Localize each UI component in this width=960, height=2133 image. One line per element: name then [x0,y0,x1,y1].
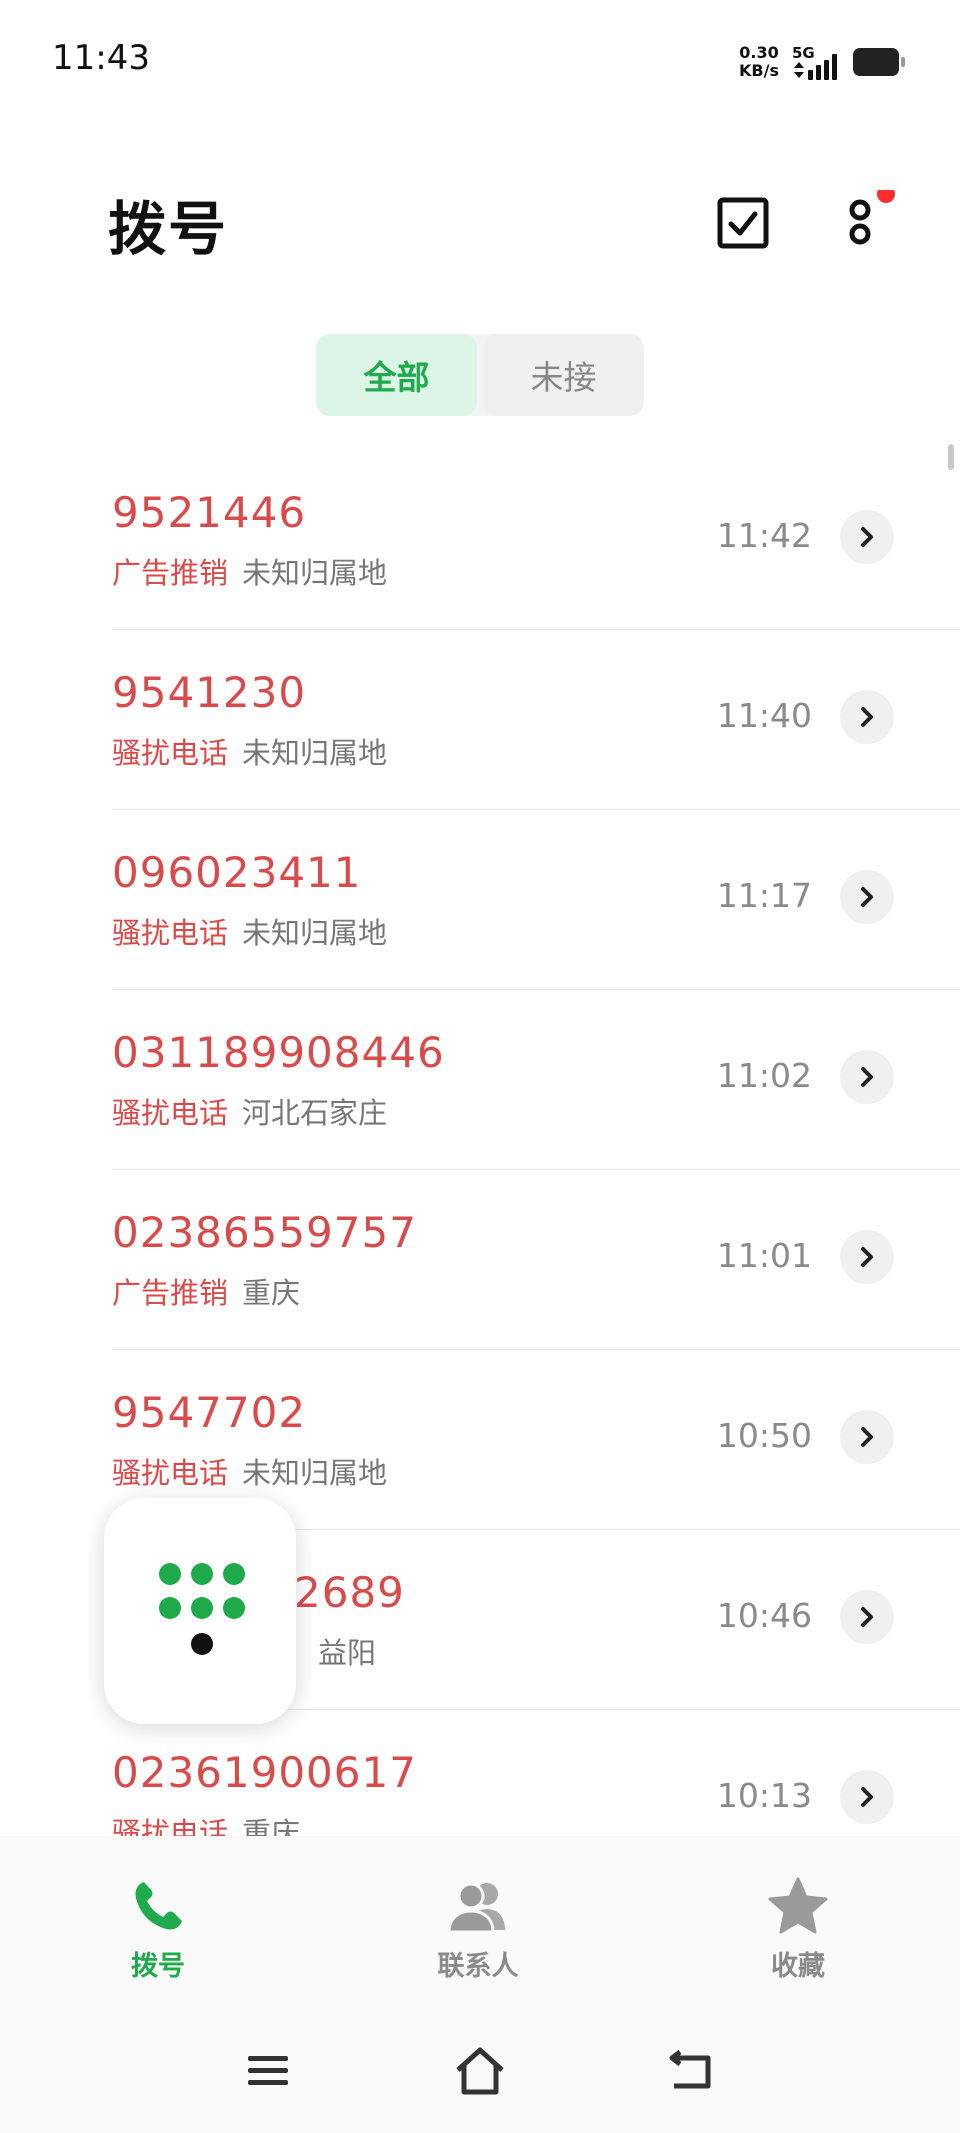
contacts-icon [447,1882,505,1934]
call-meta: 骚扰电话 河北石家庄 [112,1090,387,1132]
nav-contacts-label: 联系人 [437,1951,519,1982]
chevron-right-icon [861,1607,873,1627]
call-tag: 骚扰电话 [112,736,229,770]
call-location: 重庆 [242,1816,301,1836]
more-dots-icon[interactable] [840,185,896,260]
chevron-right-icon [861,887,873,907]
call-meta: 骚扰电话 未知归属地 [112,910,387,952]
call-tag: 广告推销 [112,556,229,590]
call-time: 11:01 [716,1236,812,1275]
call-log-row[interactable]: 9541230 骚扰电话 未知归属地 11:40 [112,630,960,810]
network-speed-unit: KB/s [739,61,779,80]
call-log-row[interactable]: 096023411 骚扰电话 未知归属地 11:17 [112,810,960,990]
call-detail-button[interactable] [840,1230,894,1284]
status-bar: 11:43 0.30 KB/s 5G [0,0,960,120]
call-detail-button[interactable] [840,870,894,924]
call-location: 未知归属地 [242,1456,388,1490]
call-location: 未知归属地 [242,556,388,590]
call-detail-button[interactable] [840,1050,894,1104]
chevron-right-icon [861,527,873,547]
menu-icon[interactable] [238,2044,298,2098]
call-tag: 骚扰电话 [112,1096,229,1130]
call-time: 10:46 [716,1596,812,1635]
call-time: 11:17 [716,876,812,915]
call-log-row[interactable]: 02386559757 广告推销 重庆 11:01 [112,1170,960,1350]
home-icon[interactable] [450,2044,510,2098]
dialpad-icon [159,1563,245,1655]
call-log-row[interactable]: 9521446 广告推销 未知归属地 11:42 [112,450,960,630]
call-tag: 广告推销 [112,1276,229,1310]
dialpad-button[interactable] [104,1498,296,1724]
call-time: 10:13 [716,1776,812,1815]
call-detail-button[interactable] [840,690,894,744]
call-time: 11:40 [716,696,812,735]
call-time: 11:02 [716,1056,812,1095]
system-navigation-bar [0,2006,960,2133]
signal-bars-icon: 5G [792,44,844,82]
call-detail-button[interactable] [840,1410,894,1464]
nav-favorites-label: 收藏 [771,1951,825,1982]
call-number: 2689 [294,1568,405,1617]
call-tag: 骚扰电话 [112,1456,229,1490]
call-time: 11:42 [716,516,812,555]
call-number: 096023411 [112,848,362,897]
status-time: 11:43 [52,38,150,78]
network-speed: 0.30 KB/s [736,44,782,80]
call-meta: 广告推销 未知归属地 [112,550,387,592]
tab-all[interactable]: 全部 [316,334,477,416]
call-number: 02361900617 [112,1748,417,1797]
chevron-right-icon [861,1247,873,1267]
star-icon [768,1877,828,1934]
network-type: 5G [792,44,815,62]
tab-missed[interactable]: 未接 [483,334,644,416]
chevron-right-icon [861,1067,873,1087]
call-number: 9521446 [112,488,307,537]
call-detail-button[interactable] [840,510,894,564]
back-icon[interactable] [664,2044,724,2098]
call-location: 未知归属地 [242,736,388,770]
call-location: 未知归属地 [242,916,388,950]
call-tag: 骚扰电话 [112,1816,229,1836]
call-meta: 骚扰电话 未知归属地 [112,730,387,772]
call-location: 重庆 [242,1276,301,1310]
nav-dial[interactable]: 拨号 [68,1876,248,1996]
nav-dial-label: 拨号 [131,1951,185,1982]
call-number: 031189908446 [112,1028,445,1077]
call-log-row[interactable]: 031189908446 骚扰电话 河北石家庄 11:02 [112,990,960,1170]
call-number: 02386559757 [112,1208,417,1257]
call-location: 益阳 [318,1636,377,1670]
checkbox-edit-icon[interactable] [716,196,772,252]
call-meta: 骚扰电话 重庆 [112,1810,300,1836]
call-filter-tabs: 全部 未接 [316,334,644,416]
notification-dot [877,185,895,203]
network-speed-value: 0.30 [739,43,779,62]
call-location: 河北石家庄 [242,1096,388,1130]
phone-icon [135,1882,182,1930]
call-number: 9541230 [112,668,307,717]
page-title: 拨号 [108,195,229,263]
call-meta: 益阳 [304,1630,376,1672]
nav-contacts[interactable]: 联系人 [388,1876,568,1996]
call-number: 9547702 [112,1388,307,1437]
nav-favorites[interactable]: 收藏 [708,1876,888,1996]
call-meta: 骚扰电话 未知归属地 [112,1450,387,1492]
call-log-row[interactable]: 02361900617 骚扰电话 重庆 10:13 [112,1710,960,1836]
chevron-right-icon [861,1787,873,1807]
battery-icon [852,46,906,78]
call-detail-button[interactable] [840,1590,894,1644]
call-time: 10:50 [716,1416,812,1455]
call-detail-button[interactable] [840,1770,894,1824]
bottom-navigation: 拨号 联系人 收藏 [0,1836,960,2006]
call-tag: 骚扰电话 [112,916,229,950]
chevron-right-icon [861,1427,873,1447]
chevron-right-icon [861,707,873,727]
call-meta: 广告推销 重庆 [112,1270,300,1312]
